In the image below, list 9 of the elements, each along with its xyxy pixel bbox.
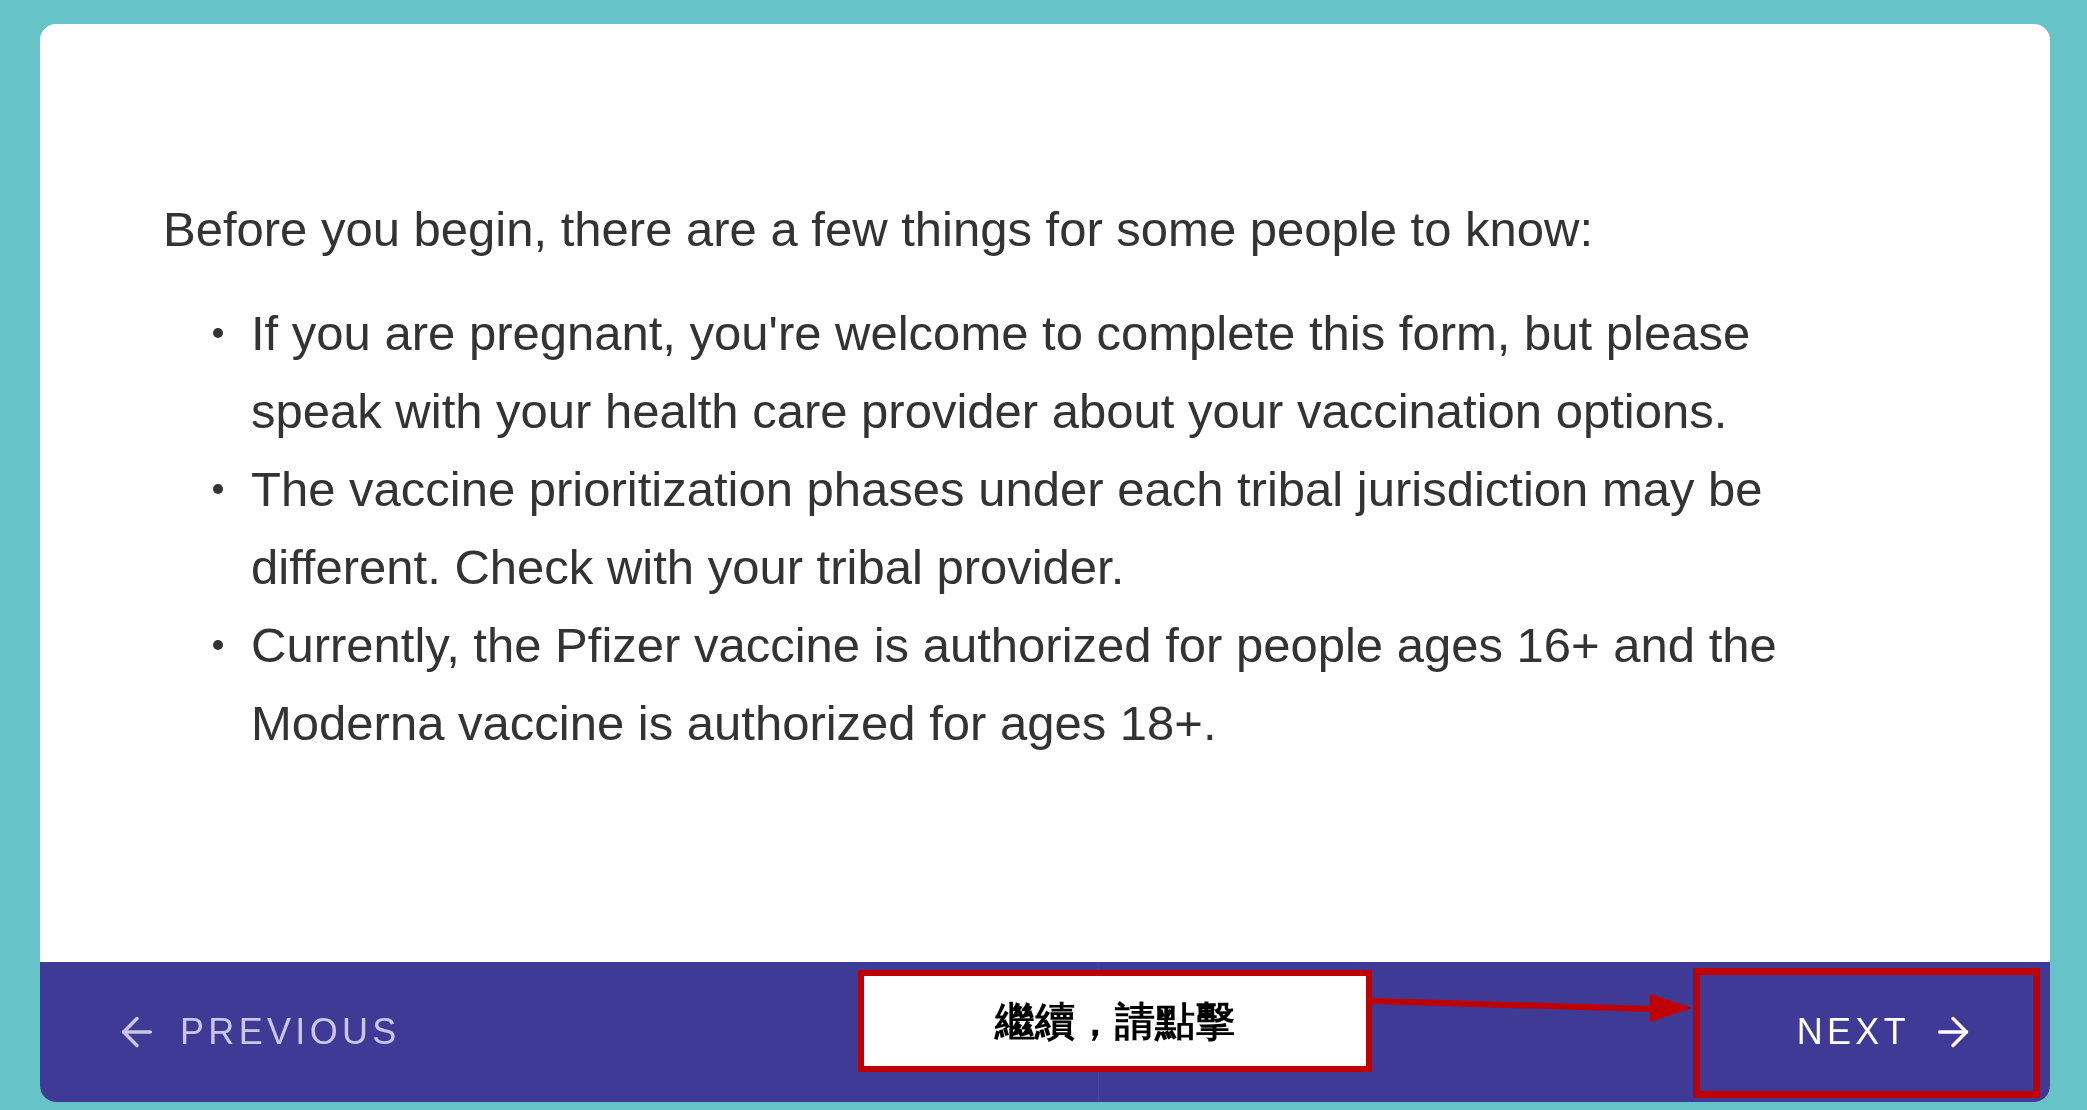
- bullet-icon: [213, 640, 223, 650]
- bullet-text: Currently, the Pfizer vaccine is authorized for people ages 16+ and the Moderna vaccine is authorized for ages 18+.: [251, 617, 1778, 752]
- intro-text: Before you begin, there are a few things for some people to know:: [163, 201, 1595, 258]
- bullet-text: The vaccine prioritization phases under each tribal jurisdiction may be different. Check with your tribal provider.: [251, 461, 1764, 596]
- bullet-text: If you are pregnant, you're welcome to complete this form, but please speak with your health care provider about your vaccination options.: [251, 305, 1752, 440]
- bullet-icon: [213, 484, 223, 494]
- next-button[interactable]: NEXT: [1792, 962, 1980, 1102]
- bullet-icon: [213, 328, 223, 338]
- callout-text: 繼續，請點擊: [995, 996, 1235, 1046]
